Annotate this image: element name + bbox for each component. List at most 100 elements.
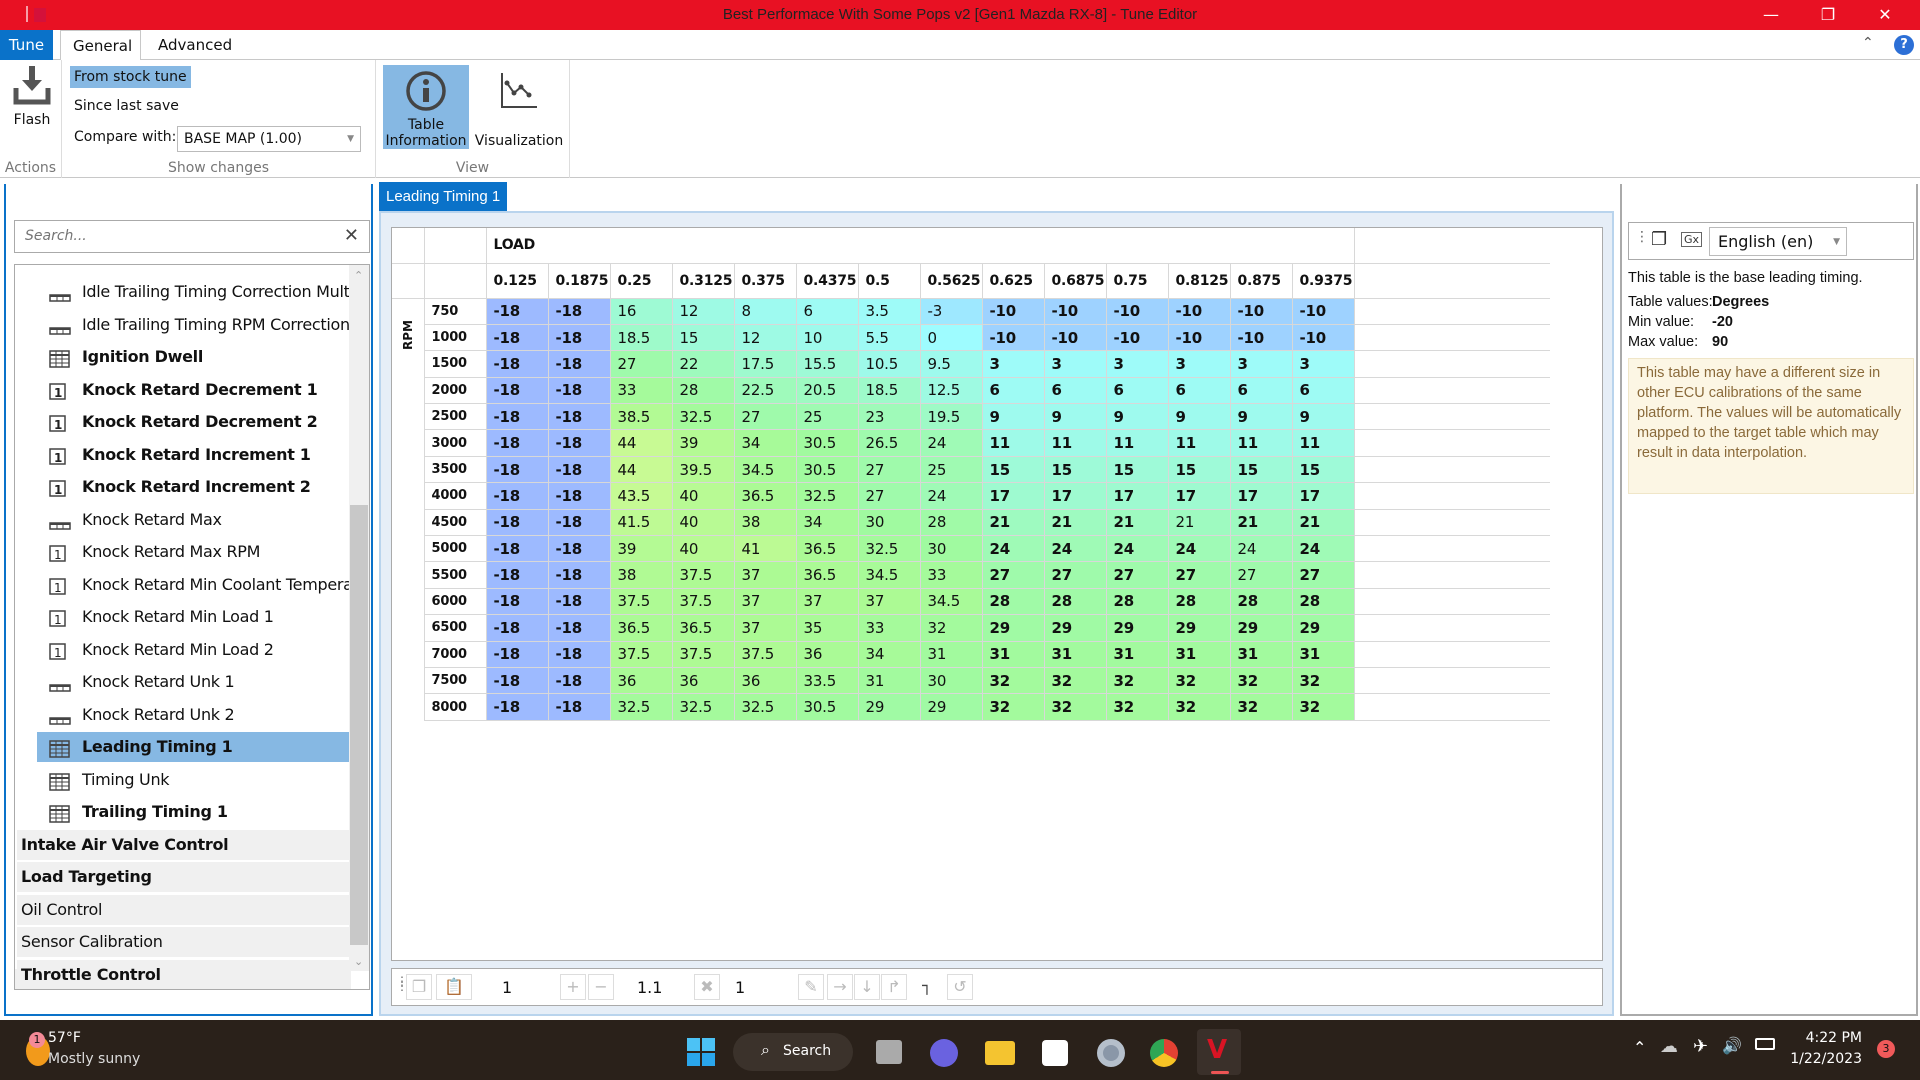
table-cell[interactable]: 35 xyxy=(795,614,859,642)
table-cell[interactable]: 31 xyxy=(1167,640,1231,668)
table-cell[interactable]: 32 xyxy=(1229,693,1293,721)
table-cell[interactable]: 12.5 xyxy=(919,376,983,405)
table-cell[interactable]: 25 xyxy=(919,455,983,484)
table-cell[interactable]: 15 xyxy=(1105,455,1169,484)
table-cell[interactable]: 6 xyxy=(1105,376,1169,405)
table-cell[interactable]: -10 xyxy=(1105,323,1169,352)
tree-category[interactable]: Sensor Calibration xyxy=(17,927,349,957)
table-cell[interactable]: 41 xyxy=(733,535,797,563)
flash-button[interactable]: Flash xyxy=(6,64,58,134)
paste-button[interactable]: 📋 xyxy=(436,974,472,1000)
rpm-header-cell[interactable]: 6500 xyxy=(423,614,487,642)
ruler-icon[interactable]: ┐ xyxy=(914,974,940,1000)
search-button[interactable]: ⌕ Search xyxy=(733,1033,853,1071)
table-cell[interactable]: 19.5 xyxy=(919,403,983,431)
scroll-up-icon[interactable]: ⌃ xyxy=(354,269,363,282)
settings-icon[interactable] xyxy=(1097,1039,1125,1067)
scrollbar-thumb[interactable] xyxy=(350,505,368,945)
table-cell[interactable]: 29 xyxy=(919,693,983,721)
table-cell[interactable]: -18 xyxy=(485,640,549,668)
table-cell[interactable]: 27 xyxy=(1105,561,1169,589)
table-cell[interactable]: 33.5 xyxy=(795,666,859,695)
tree-item[interactable]: 1 Knock Retard Min Coolant Temperature xyxy=(37,570,349,600)
table-cell[interactable]: 27 xyxy=(1167,561,1231,589)
load-header-cell[interactable]: 0.6875 xyxy=(1043,262,1107,299)
multiply-button[interactable]: ✖ xyxy=(694,974,720,1000)
table-cell[interactable]: -18 xyxy=(547,455,611,484)
table-cell[interactable]: -18 xyxy=(547,587,611,616)
table-cell[interactable]: -10 xyxy=(1229,323,1293,352)
table-cell[interactable]: 32.5 xyxy=(671,693,735,721)
tree-item[interactable]: Knock Retard Max xyxy=(37,505,349,535)
table-cell[interactable]: -18 xyxy=(547,376,611,405)
table-cell[interactable]: 9 xyxy=(1167,403,1231,431)
table-cell[interactable]: 3 xyxy=(1043,350,1107,378)
rpm-header-cell[interactable]: 5500 xyxy=(423,561,487,589)
battery-icon[interactable] xyxy=(1755,1038,1775,1050)
increment-value[interactable]: 1.1 xyxy=(637,978,662,997)
table-cell[interactable]: 17 xyxy=(1167,482,1231,510)
table-cell[interactable]: 0 xyxy=(919,323,983,352)
clock-time[interactable]: 4:22 PM xyxy=(1800,1030,1862,1046)
table-cell[interactable]: 9 xyxy=(1105,403,1169,431)
subtract-button[interactable]: − xyxy=(588,974,614,1000)
table-cell[interactable]: 11 xyxy=(1105,429,1169,457)
table-cell[interactable]: 36.5 xyxy=(733,482,797,510)
table-cell[interactable]: 36 xyxy=(733,666,797,695)
table-cell[interactable]: -18 xyxy=(547,640,611,668)
table-cell[interactable]: -10 xyxy=(1291,297,1355,325)
table-cell[interactable]: 15 xyxy=(1043,455,1107,484)
table-cell[interactable]: -18 xyxy=(547,297,611,325)
table-cell[interactable]: 40 xyxy=(671,535,735,563)
table-cell[interactable]: 30.5 xyxy=(795,693,859,721)
table-cell[interactable]: 15 xyxy=(671,323,735,352)
table-cell[interactable]: 17.5 xyxy=(733,350,797,378)
table-cell[interactable]: 6 xyxy=(1167,376,1231,405)
table-cell[interactable]: 21 xyxy=(1167,508,1231,537)
table-cell[interactable]: 36.5 xyxy=(795,535,859,563)
table-cell[interactable]: 17 xyxy=(1043,482,1107,510)
table-cell[interactable]: 34.5 xyxy=(919,587,983,616)
tree-category[interactable]: Intake Air Valve Control xyxy=(17,829,349,860)
undo-icon[interactable]: ↺ xyxy=(947,974,973,1000)
microsoft-store-icon[interactable] xyxy=(1042,1040,1068,1066)
table-cell[interactable]: 32 xyxy=(1105,666,1169,695)
table-cell[interactable]: 36.5 xyxy=(609,614,673,642)
table-cell[interactable]: 24 xyxy=(919,429,983,457)
table-cell[interactable]: -18 xyxy=(547,535,611,563)
table-cell[interactable]: 17 xyxy=(1105,482,1169,510)
table-cell[interactable]: -18 xyxy=(547,482,611,510)
table-cell[interactable]: 3.5 xyxy=(857,297,921,325)
table-cell[interactable]: 18.5 xyxy=(857,376,921,405)
scroll-down-icon[interactable]: ⌄ xyxy=(354,955,363,968)
tree-item[interactable]: Idle Trailing Timing RPM Correction xyxy=(37,310,349,340)
table-cell[interactable]: -10 xyxy=(1291,323,1355,352)
table-cell[interactable]: 36 xyxy=(609,666,673,695)
set-value-pencil-icon[interactable]: ✎ xyxy=(798,974,824,1000)
interpolate-right-icon[interactable]: → xyxy=(827,974,853,1000)
rpm-header-cell[interactable]: 3000 xyxy=(423,429,487,457)
table-cell[interactable]: 31 xyxy=(1291,640,1355,668)
table-cell[interactable]: -10 xyxy=(1043,323,1107,352)
table-cell[interactable]: 22 xyxy=(671,350,735,378)
table-cell[interactable]: 3 xyxy=(1291,350,1355,378)
tree-item[interactable]: Knock Retard Unk 2 xyxy=(37,700,349,730)
table-cell[interactable]: 32 xyxy=(1167,666,1231,695)
table-cell[interactable]: 40 xyxy=(671,482,735,510)
table-cell[interactable]: -18 xyxy=(547,666,611,695)
table-cell[interactable]: 17 xyxy=(981,482,1045,510)
load-header-cell[interactable]: 0.125 xyxy=(485,262,549,299)
table-cell[interactable]: 32.5 xyxy=(795,482,859,510)
table-cell[interactable]: 15 xyxy=(981,455,1045,484)
table-cell[interactable]: 33 xyxy=(857,614,921,642)
tree-vertical-scrollbar[interactable]: ⌃ ⌄ xyxy=(349,265,369,971)
table-cell[interactable]: 39 xyxy=(609,535,673,563)
task-view-icon[interactable] xyxy=(876,1040,902,1064)
table-cell[interactable]: -18 xyxy=(485,508,549,537)
table-cell[interactable]: 31 xyxy=(919,640,983,668)
table-cell[interactable]: 39 xyxy=(671,429,735,457)
table-cell[interactable]: -10 xyxy=(1167,297,1231,325)
load-header-cell[interactable]: 0.875 xyxy=(1229,262,1293,299)
load-header-cell[interactable]: 0.5 xyxy=(857,262,921,299)
table-cell[interactable]: 24 xyxy=(1167,535,1231,563)
